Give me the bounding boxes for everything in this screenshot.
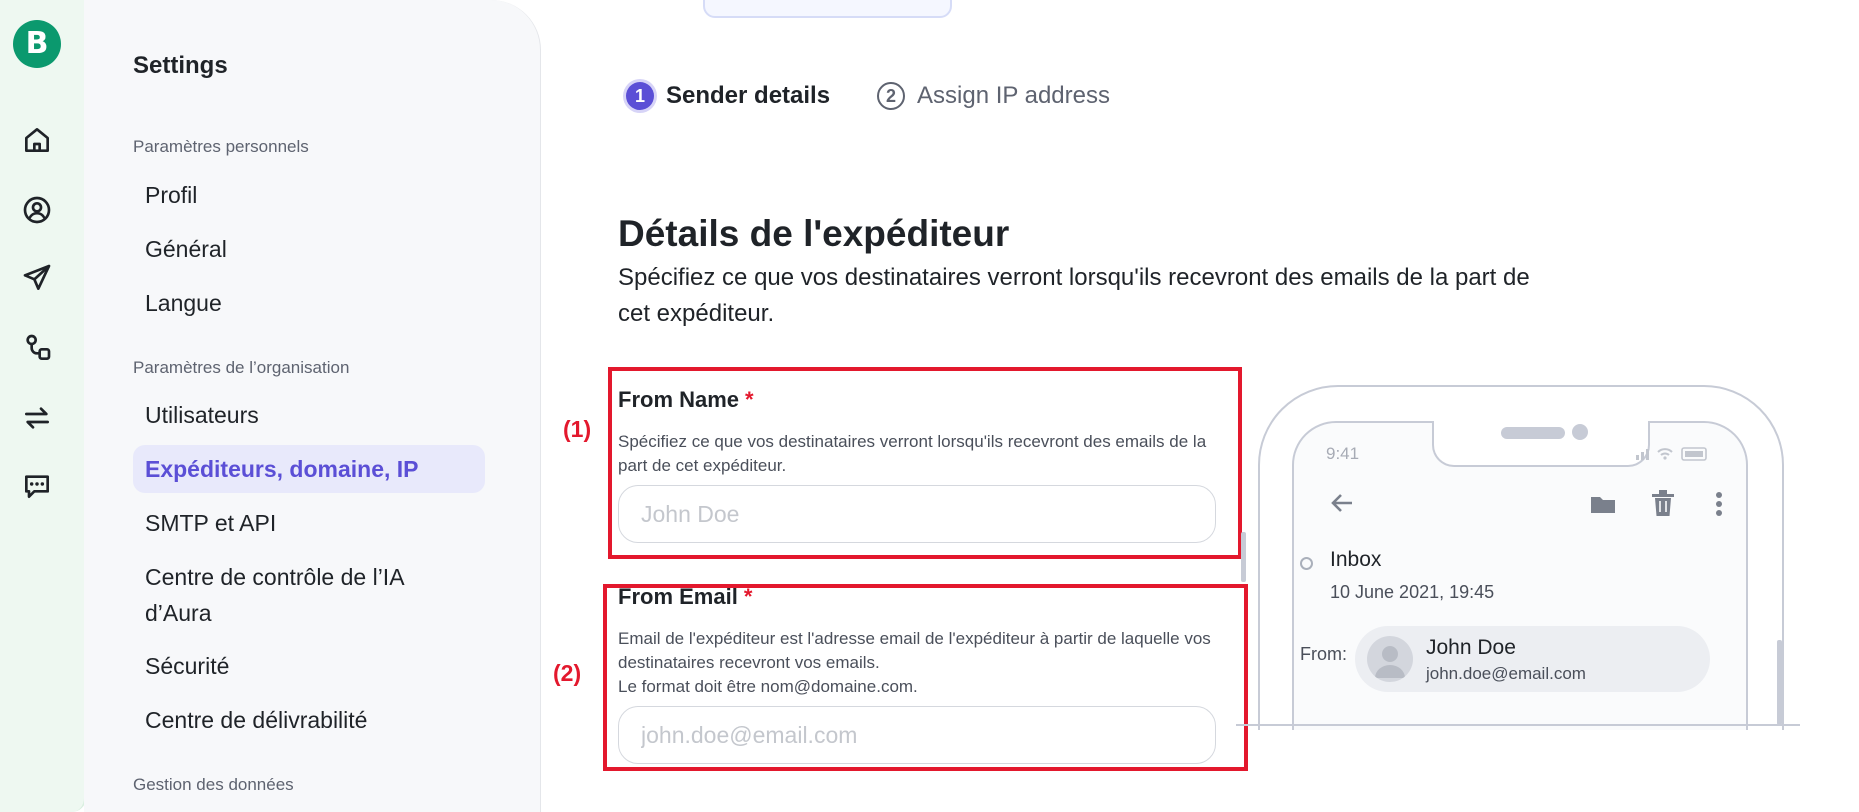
page-description: Spécifiez ce que vos destinataires verro… bbox=[618, 264, 1530, 327]
annotation-label-2: (2) bbox=[553, 660, 582, 686]
top-search-fragment bbox=[703, 0, 952, 18]
from-email-help: Email de l'expéditeur est l'adresse emai… bbox=[618, 627, 1218, 699]
phone-sender-name: John Doe bbox=[1426, 636, 1516, 659]
step-number: 1 bbox=[626, 82, 654, 110]
phone-email-date: 10 June 2021, 19:45 bbox=[1330, 582, 1495, 602]
nav-item-utilisateurs[interactable]: Utilisateurs bbox=[133, 397, 485, 433]
nav-item-delivrabilite[interactable]: Centre de délivrabilité bbox=[133, 702, 485, 738]
from-name-label: From Name * bbox=[618, 387, 754, 413]
nav-item-profil[interactable]: Profil bbox=[133, 177, 485, 213]
phone-status-icons bbox=[1634, 444, 1712, 462]
settings-panel: Settings Paramètres personnels Profil Gé… bbox=[84, 0, 541, 812]
settings-title: Settings bbox=[133, 52, 228, 79]
phone-side-button-right bbox=[1777, 640, 1782, 725]
phone-speaker bbox=[1501, 427, 1565, 439]
data-management-heading: Gestion des données bbox=[133, 775, 294, 794]
from-email-input[interactable] bbox=[618, 706, 1216, 764]
step-number: 2 bbox=[877, 82, 905, 110]
from-email-help-line2: Le format doit être nom@domaine.com. bbox=[618, 677, 918, 696]
nav-item-general[interactable]: Général bbox=[133, 231, 485, 267]
step-label: Sender details bbox=[666, 82, 831, 109]
automations-icon[interactable] bbox=[21, 332, 53, 364]
step-sender-details[interactable]: 1 Sender details bbox=[626, 82, 830, 110]
nav-item-smtp-api[interactable]: SMTP et API bbox=[133, 505, 485, 541]
phone-camera bbox=[1572, 424, 1588, 440]
campaigns-icon[interactable] bbox=[21, 262, 53, 294]
brevo-logo[interactable]: B bbox=[13, 20, 61, 68]
required-asterisk: * bbox=[743, 584, 753, 609]
phone-base-line bbox=[1236, 724, 1800, 726]
conversations-icon[interactable] bbox=[21, 470, 53, 502]
trash-icon bbox=[1652, 490, 1674, 521]
required-asterisk: * bbox=[745, 387, 754, 412]
step-assign-ip[interactable]: 2 Assign IP address bbox=[877, 82, 1110, 110]
from-email-help-line1: Email de l'expéditeur est l'adresse emai… bbox=[618, 629, 1211, 672]
nav-item-langue[interactable]: Langue bbox=[133, 285, 485, 321]
organization-settings-heading: Paramètres de l’organisation bbox=[133, 358, 350, 377]
phone-side-button-left bbox=[1241, 532, 1246, 582]
phone-status-time: 9:41 bbox=[1326, 444, 1360, 463]
personal-settings-heading: Paramètres personnels bbox=[133, 137, 309, 156]
from-email-label-text: From Email bbox=[618, 584, 738, 609]
phone-sender-email: john.doe@email.com bbox=[1426, 664, 1586, 683]
page-title: Détails de l'expéditeur bbox=[618, 213, 1010, 254]
folder-icon bbox=[1590, 494, 1616, 519]
contacts-icon[interactable] bbox=[21, 194, 53, 226]
nav-item-expediteurs-domaine-ip[interactable]: Expéditeurs, domaine, IP bbox=[133, 445, 485, 493]
transactional-icon[interactable] bbox=[21, 402, 53, 434]
nav-item-securite[interactable]: Sécurité bbox=[133, 648, 485, 684]
app-rail: B bbox=[0, 0, 86, 812]
from-name-help: Spécifiez ce que vos destinataires verro… bbox=[618, 432, 1207, 475]
from-name-label-text: From Name bbox=[618, 387, 740, 412]
from-email-label: From Email * bbox=[618, 584, 752, 610]
avatar-icon bbox=[1367, 636, 1413, 682]
more-options-icon bbox=[1715, 492, 1723, 521]
phone-inbox-label: Inbox bbox=[1330, 548, 1382, 571]
home-icon[interactable] bbox=[21, 124, 53, 156]
nav-item-aura-ai-control[interactable]: Centre de contrôle de l’IA d’Aura bbox=[133, 559, 463, 631]
phone-from-label: From: bbox=[1300, 644, 1347, 664]
annotation-label-1: (1) bbox=[563, 416, 592, 442]
inbox-radio-icon bbox=[1300, 557, 1313, 570]
from-name-input[interactable] bbox=[618, 485, 1216, 543]
step-label: Assign IP address bbox=[917, 82, 1110, 109]
back-arrow-icon bbox=[1330, 492, 1354, 519]
